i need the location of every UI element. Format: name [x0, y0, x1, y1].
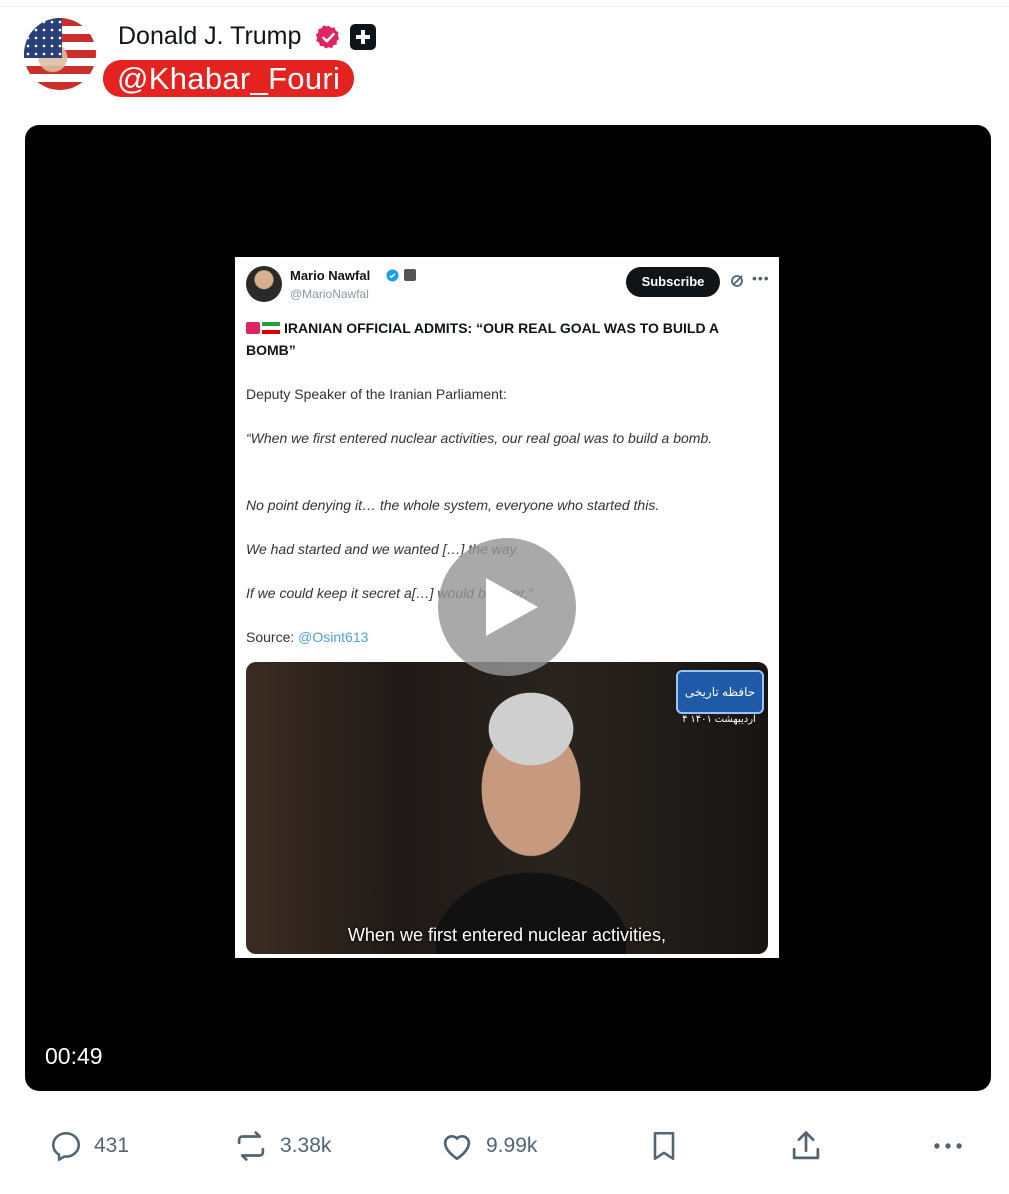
- heart-icon: [443, 1134, 471, 1161]
- bookmark-icon: [653, 1131, 675, 1161]
- author-name[interactable]: Donald J. Trump: [118, 22, 301, 51]
- more-icon: [934, 1143, 962, 1149]
- iran-flag-icon: [262, 322, 280, 334]
- embedded-paragraph: “When we first entered nuclear activitie…: [246, 430, 713, 446]
- top-divider: [0, 6, 1009, 7]
- reply-icon: [51, 1131, 81, 1162]
- video-subtitle: When we first entered nuclear activities…: [347, 925, 667, 945]
- embedded-paragraph: Deputy Speaker of the Iranian Parliament…: [246, 386, 507, 402]
- share-icon: [792, 1131, 820, 1160]
- source-link: @Osint613: [298, 629, 369, 645]
- play-button[interactable]: [438, 538, 576, 676]
- repost-icon: [237, 1131, 265, 1161]
- reply-button[interactable]: 431: [48, 1126, 129, 1166]
- more-button[interactable]: [929, 1126, 967, 1166]
- more-options-icon: •••: [752, 270, 770, 286]
- embedded-headline: IRANIAN OFFICIAL ADMITS: “OUR REAL GOAL …: [246, 320, 719, 358]
- embedded-author-handle: @MarioNawfal: [290, 287, 369, 301]
- speaker-image: [436, 674, 626, 954]
- grok-icon: [731, 275, 743, 287]
- video-timestamp: 00:49: [45, 1043, 103, 1069]
- channel-date: ۴ اردیبهشت ۱۴۰۱: [682, 714, 756, 725]
- embedded-author-name: Mario Nawfal: [290, 268, 371, 283]
- embedded-paragraph: No point denying it… the whole system, e…: [246, 497, 660, 513]
- embedded-subscribe-button: Subscribe: [626, 267, 720, 297]
- affiliate-badge-icon: [350, 24, 376, 50]
- bookmark-button[interactable]: [646, 1126, 682, 1166]
- embedded-author-avatar: [246, 266, 282, 302]
- embedded-verified-icon: [386, 269, 399, 282]
- repost-count: 3.38k: [280, 1134, 332, 1157]
- siren-emoji-icon: [246, 322, 260, 334]
- author-avatar[interactable]: [24, 18, 96, 90]
- embedded-video-clip: حافظه تاریخی ۴ اردیبهشت ۱۴۰۱ When we fir…: [246, 662, 768, 954]
- channel-logo: حافظه تاریخی: [676, 670, 764, 714]
- watermark-handle: @Khabar_Fouri: [103, 60, 355, 97]
- like-count: 9.99k: [486, 1134, 538, 1157]
- video-player[interactable]: Mario Nawfal @MarioNawfal Subscribe ••• …: [25, 125, 991, 1091]
- share-button[interactable]: [787, 1126, 825, 1166]
- reply-count: 431: [94, 1134, 130, 1157]
- repost-button[interactable]: 3.38k: [232, 1126, 331, 1166]
- play-icon: [486, 578, 538, 636]
- embedded-affiliate-icon: [404, 269, 416, 281]
- verified-badge-icon: [315, 25, 340, 49]
- like-button[interactable]: 9.99k: [438, 1126, 537, 1166]
